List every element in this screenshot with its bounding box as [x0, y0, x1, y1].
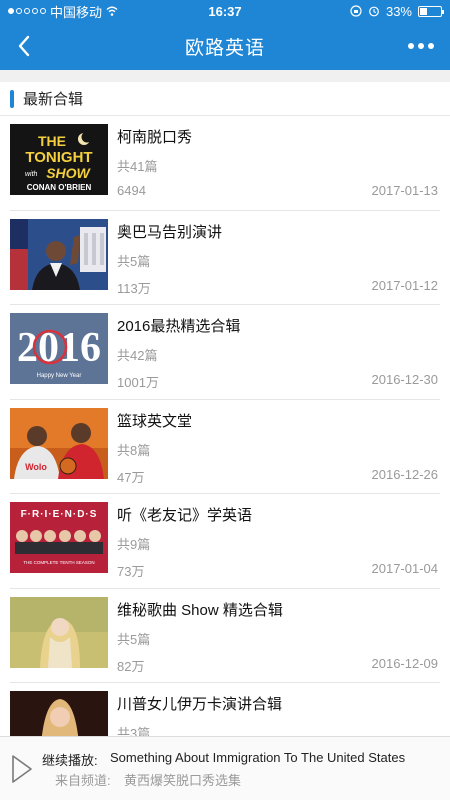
item-count: 共42篇 — [117, 348, 158, 363]
thumb-text-the: THE — [38, 133, 66, 149]
item-plays: 73万 — [117, 564, 145, 579]
play-outline-icon[interactable] — [10, 754, 34, 784]
nav-bar: 欧路英语 — [0, 22, 450, 70]
item-date: 2016-12-26 — [371, 466, 439, 482]
item-count: 共9篇 — [117, 537, 151, 552]
page-title: 欧路英语 — [184, 37, 265, 59]
battery-icon — [418, 5, 444, 17]
thumb-text-wolo: Wolo — [25, 462, 47, 472]
battery-fill — [420, 7, 427, 15]
thumbnail-2016: 2016 Happy New Year — [10, 313, 108, 384]
item-plays: 82万 — [117, 658, 145, 674]
thumb-text-conan: CONAN O'BRIEN — [27, 183, 92, 192]
thumb-text-2016: 2016 — [17, 325, 101, 371]
item-title: 柯南脱口秀 — [117, 129, 193, 146]
from-channel-label: 来自频道: — [55, 773, 111, 788]
item-title: 听《老友记》学英语 — [117, 507, 253, 524]
list-item[interactable]: F·R·I·E·N·D·S THE COMPLETE TENTH SEASON … — [10, 494, 440, 589]
list-item[interactable]: 2016 Happy New Year 2016最热精选合辑 共42篇 1001… — [10, 305, 440, 400]
thumb-text-happy-new-year: Happy New Year — [37, 373, 82, 379]
status-right: 33% — [350, 3, 444, 19]
carrier-label: 中国移动 — [50, 4, 103, 20]
list-item[interactable]: THE TONIGHT SHOW with CONAN O'BRIEN 柯南脱口… — [10, 116, 440, 211]
thumbnail-victorias-secret — [10, 596, 108, 668]
item-date: 2017-01-13 — [371, 183, 439, 198]
item-count: 共5篇 — [117, 253, 151, 269]
mini-player[interactable]: 继续播放: Something About Immigration To The… — [0, 736, 450, 800]
item-date: 2016-12-30 — [371, 372, 439, 387]
item-count: 共8篇 — [117, 442, 151, 458]
from-channel-name: 黄西爆笑脱口秀选集 — [124, 773, 242, 788]
status-left: 中国移动 — [8, 2, 118, 21]
more-dots-icon — [408, 43, 414, 49]
list-item[interactable]: 奥巴马告别演讲 共5篇 113万 2017-01-12 — [10, 211, 440, 305]
thumb-text-tonight: TONIGHT — [25, 149, 92, 166]
thumbnail-obama — [10, 218, 108, 290]
status-bar: 中国移动 16:37 33% — [0, 0, 450, 22]
back-button[interactable] — [10, 32, 38, 60]
collection-list: THE TONIGHT SHOW with CONAN O'BRIEN 柯南脱口… — [0, 116, 450, 778]
alarm-icon — [369, 6, 379, 17]
chevron-left-icon — [18, 35, 30, 57]
item-title: 维秘歌曲 Show 精选合辑 — [117, 601, 283, 619]
item-title: 2016最热精选合辑 — [117, 318, 241, 335]
item-title: 川普女儿伊万卡演讲合辑 — [117, 696, 283, 713]
item-date: 2017-01-04 — [371, 561, 439, 576]
battery-percent: 33% — [385, 3, 412, 19]
item-count: 共41篇 — [117, 159, 158, 174]
item-date: 2016-12-09 — [371, 655, 439, 671]
list-item[interactable]: 维秘歌曲 Show 精选合辑 共5篇 82万 2016-12-09 — [10, 589, 440, 683]
thumb-text-show: SHOW — [46, 165, 91, 181]
thumb-text-friends: F·R·I·E·N·D·S — [21, 509, 98, 520]
item-plays: 6494 — [117, 183, 146, 198]
item-plays: 113万 — [117, 280, 151, 296]
rotation-lock-icon — [350, 5, 362, 17]
thumb-text-with: with — [25, 171, 38, 178]
wifi-icon — [106, 6, 118, 16]
thumbnail-friends: F·R·I·E·N·D·S THE COMPLETE TENTH SEASON — [10, 502, 108, 573]
thumbnail-basketball: Wolo — [10, 407, 108, 479]
thumbnail-tonight-show: THE TONIGHT SHOW with CONAN O'BRIEN — [10, 124, 108, 195]
item-title: 奥巴马告别演讲 — [117, 223, 223, 241]
item-date: 2017-01-12 — [371, 277, 439, 293]
item-plays: 47万 — [117, 469, 145, 485]
section-title: 最新合辑 — [23, 91, 84, 108]
item-title: 篮球英文堂 — [117, 412, 193, 430]
section-gap — [0, 70, 450, 82]
continue-label: 继续播放: — [42, 753, 98, 768]
list-item[interactable]: Wolo 篮球英文堂 共8篇 47万 2016-12-26 — [10, 400, 440, 494]
more-button[interactable] — [406, 32, 436, 60]
continue-title: Something About Immigration To The Unite… — [110, 750, 406, 765]
item-count: 共5篇 — [117, 631, 151, 647]
item-plays: 1001万 — [117, 375, 159, 390]
signal-icon — [8, 8, 46, 14]
section-header: 最新合辑 — [0, 82, 450, 116]
thumb-text-season: THE COMPLETE TENTH SEASON — [23, 560, 94, 565]
section-accent-bar — [10, 89, 14, 108]
